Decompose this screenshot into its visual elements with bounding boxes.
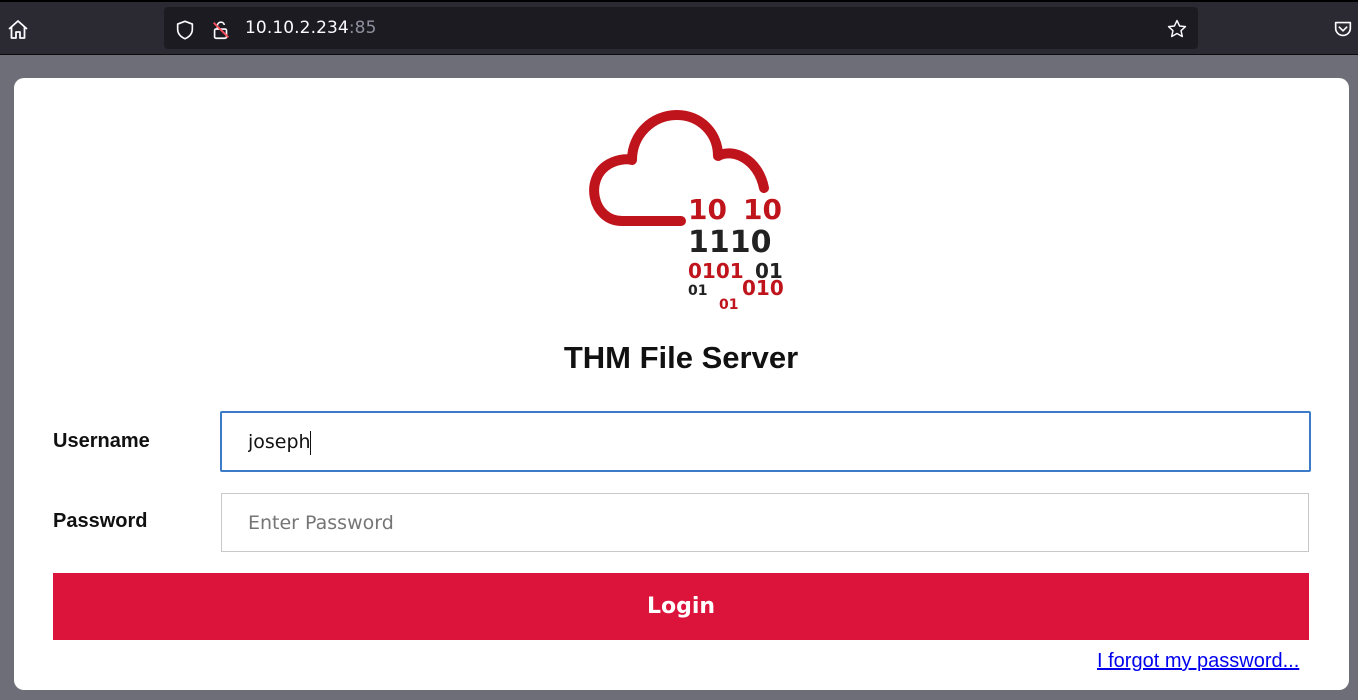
- logo-digits-2: 1110: [688, 225, 772, 260]
- insecure-lock-icon[interactable]: [208, 17, 234, 43]
- logo-digits-5: 01: [719, 297, 738, 313]
- logo-digits-4b: 010: [742, 276, 784, 300]
- password-label: Password: [53, 510, 148, 532]
- logo-digits-1a: 10: [688, 193, 727, 226]
- login-button[interactable]: Login: [53, 573, 1309, 640]
- logo-digits-3a: 0101: [688, 259, 744, 283]
- text-caret: [310, 431, 311, 455]
- logo-digits-4a: 01: [688, 283, 707, 299]
- logo-digits-1b: 10: [743, 193, 782, 226]
- forgot-password-link[interactable]: I forgot my password...: [1097, 650, 1299, 673]
- url-port: :85: [348, 18, 377, 38]
- url-host: 10.10.2.234: [245, 18, 349, 38]
- url-text[interactable]: 10.10.2.234:85: [245, 18, 377, 38]
- cloud-logo-icon: 10 10 1110 0101 01 01 010 01: [574, 100, 794, 320]
- username-input[interactable]: [220, 411, 1311, 472]
- shield-icon[interactable]: [172, 17, 198, 43]
- home-icon[interactable]: [4, 16, 32, 44]
- password-input[interactable]: [221, 493, 1309, 552]
- username-label: Username: [53, 430, 150, 452]
- pocket-icon[interactable]: [1330, 16, 1356, 42]
- star-icon[interactable]: [1164, 16, 1190, 42]
- page-title: THM File Server: [563, 340, 799, 375]
